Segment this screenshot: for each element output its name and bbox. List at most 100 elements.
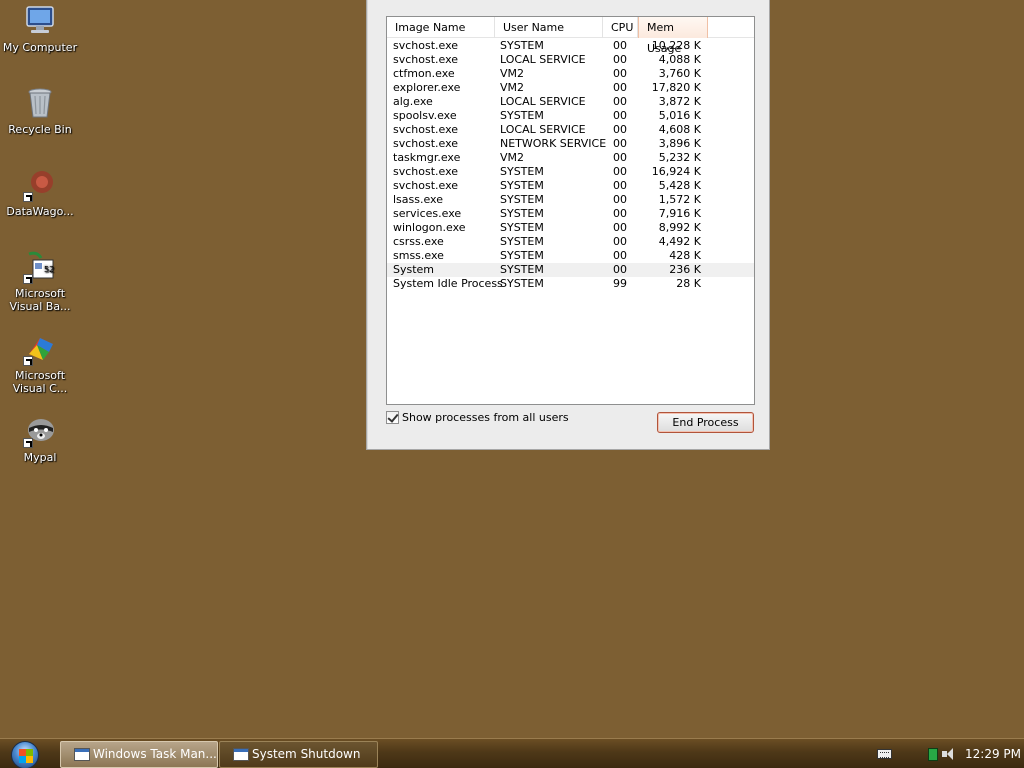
- desktop-icon-label: Microsoft Visual Ba...: [9, 287, 71, 313]
- process-mem-usage: 28 K: [676, 277, 701, 290]
- column-header-cpu[interactable]: CPU: [603, 17, 638, 38]
- show-all-users-label: Show processes from all users: [402, 411, 569, 424]
- process-cpu: 00: [613, 67, 627, 80]
- process-user-name: LOCAL SERVICE: [500, 123, 586, 136]
- process-row[interactable]: taskmgr.exe VM2 00 5,232 K: [387, 151, 754, 165]
- process-row[interactable]: svchost.exe SYSTEM 00 16,924 K: [387, 165, 754, 179]
- task-manager-window: Image Name User Name CPU Mem Usage svcho…: [366, 0, 770, 450]
- taskbar: Windows Task Man... System Shutdown 12:2…: [0, 738, 1024, 768]
- process-image-name: csrss.exe: [393, 235, 444, 248]
- process-row[interactable]: ctfmon.exe VM2 00 3,760 K: [387, 67, 754, 81]
- process-cpu: 00: [613, 249, 627, 262]
- checkbox-checked-icon[interactable]: [386, 411, 399, 424]
- process-row[interactable]: winlogon.exe SYSTEM 00 8,992 K: [387, 221, 754, 235]
- process-image-name: smss.exe: [393, 249, 444, 262]
- network-icon[interactable]: [928, 748, 938, 761]
- window-icon: [233, 748, 249, 761]
- process-image-name: System Idle Process: [393, 277, 503, 290]
- process-image-name: ctfmon.exe: [393, 67, 455, 80]
- process-image-name: svchost.exe: [393, 165, 459, 178]
- process-row[interactable]: services.exe SYSTEM 00 7,916 K: [387, 207, 754, 221]
- process-row[interactable]: svchost.exe SYSTEM 00 10,228 K: [387, 39, 754, 53]
- process-user-name: SYSTEM: [500, 249, 544, 262]
- process-row[interactable]: svchost.exe SYSTEM 00 5,428 K: [387, 179, 754, 193]
- process-row[interactable]: svchost.exe LOCAL SERVICE 00 4,088 K: [387, 53, 754, 67]
- visual-c-icon: [23, 332, 57, 366]
- process-mem-usage: 5,428 K: [658, 179, 701, 192]
- process-image-name: spoolsv.exe: [393, 109, 457, 122]
- process-row[interactable]: lsass.exe SYSTEM 00 1,572 K: [387, 193, 754, 207]
- process-cpu: 00: [613, 207, 627, 220]
- process-user-name: LOCAL SERVICE: [500, 95, 586, 108]
- process-image-name: svchost.exe: [393, 123, 459, 136]
- process-cpu: 00: [613, 123, 627, 136]
- process-row[interactable]: System SYSTEM 00 236 K: [387, 263, 754, 277]
- process-mem-usage: 16,924 K: [651, 165, 701, 178]
- process-row[interactable]: svchost.exe LOCAL SERVICE 00 4,608 K: [387, 123, 754, 137]
- process-cpu: 99: [613, 277, 627, 290]
- shortcut-arrow-icon: [23, 192, 33, 202]
- start-button[interactable]: [8, 741, 42, 768]
- process-rows: svchost.exe SYSTEM 00 10,228 K svchost.exe LO…: [387, 39, 754, 291]
- process-user-name: SYSTEM: [500, 221, 544, 234]
- desktop-icon-visual-basic[interactable]: 52 Microsoft Visual Ba...: [0, 250, 80, 313]
- process-mem-usage: 4,608 K: [658, 123, 701, 136]
- process-user-name: NETWORK SERVICE: [500, 137, 607, 150]
- desktop-icon-visual-c[interactable]: Microsoft Visual C...: [0, 332, 80, 395]
- process-row[interactable]: alg.exe LOCAL SERVICE 00 3,872 K: [387, 95, 754, 109]
- clock[interactable]: 12:29 PM: [964, 739, 1022, 768]
- volume-icon[interactable]: [942, 747, 956, 761]
- process-row[interactable]: spoolsv.exe SYSTEM 00 5,016 K: [387, 109, 754, 123]
- process-cpu: 00: [613, 109, 627, 122]
- process-mem-usage: 8,992 K: [658, 221, 701, 234]
- process-list-header: Image Name User Name CPU Mem Usage: [387, 17, 754, 55]
- process-mem-usage: 428 K: [669, 249, 701, 262]
- desktop-icon-datawagon[interactable]: DataWago...: [0, 168, 80, 218]
- recycle-bin-icon: [23, 86, 57, 120]
- process-user-name: SYSTEM: [500, 39, 544, 52]
- taskbar-button-label: System Shutdown: [252, 747, 361, 761]
- process-cpu: 00: [613, 165, 627, 178]
- desktop-icon-label: DataWago...: [6, 205, 74, 218]
- process-row[interactable]: csrss.exe SYSTEM 00 4,492 K: [387, 235, 754, 249]
- desktop-icon-my-computer[interactable]: My Computer: [0, 4, 80, 54]
- process-image-name: svchost.exe: [393, 137, 459, 150]
- process-row[interactable]: System Idle Process SYSTEM 99 28 K: [387, 277, 754, 291]
- process-list[interactable]: Image Name User Name CPU Mem Usage svcho…: [386, 16, 755, 405]
- process-user-name: VM2: [500, 81, 525, 94]
- process-mem-usage: 5,232 K: [658, 151, 701, 164]
- column-header-mem-usage[interactable]: Mem Usage: [638, 17, 708, 55]
- process-mem-usage: 10,228 K: [651, 39, 701, 52]
- process-cpu: 00: [613, 81, 627, 94]
- process-row[interactable]: explorer.exe VM2 00 17,820 K: [387, 81, 754, 95]
- shortcut-arrow-icon: [23, 274, 33, 284]
- desktop-icon-label: Mypal: [23, 451, 57, 464]
- computer-icon: [23, 4, 57, 38]
- process-cpu: 00: [613, 137, 627, 150]
- keyboard-icon[interactable]: [877, 749, 892, 759]
- process-cpu: 00: [613, 151, 627, 164]
- desktop-icon-mypal[interactable]: Mypal: [0, 414, 80, 464]
- process-mem-usage: 3,760 K: [658, 67, 701, 80]
- process-row[interactable]: smss.exe SYSTEM 00 428 K: [387, 249, 754, 263]
- visual-basic-icon: 52: [23, 250, 57, 284]
- taskbar-button-system-shutdown[interactable]: System Shutdown: [219, 741, 378, 768]
- end-process-button[interactable]: End Process: [657, 412, 754, 433]
- process-image-name: explorer.exe: [393, 81, 461, 94]
- process-user-name: VM2: [500, 151, 525, 164]
- show-all-users-checkbox[interactable]: Show processes from all users: [386, 411, 569, 425]
- system-tray: 12:29 PM: [874, 739, 1024, 768]
- taskbar-button-task-manager[interactable]: Windows Task Man...: [60, 741, 218, 768]
- desktop-icon-recycle-bin[interactable]: Recycle Bin: [0, 86, 80, 136]
- process-cpu: 00: [613, 235, 627, 248]
- process-cpu: 00: [613, 95, 627, 108]
- process-cpu: 00: [613, 53, 627, 66]
- process-mem-usage: 17,820 K: [651, 81, 701, 94]
- process-user-name: SYSTEM: [500, 165, 544, 178]
- process-user-name: LOCAL SERVICE: [500, 53, 586, 66]
- process-mem-usage: 4,088 K: [658, 53, 701, 66]
- process-cpu: 00: [613, 179, 627, 192]
- column-header-image-name[interactable]: Image Name: [387, 17, 495, 38]
- column-header-user-name[interactable]: User Name: [495, 17, 603, 38]
- process-row[interactable]: svchost.exe NETWORK SERVICE 00 3,896 K: [387, 137, 754, 151]
